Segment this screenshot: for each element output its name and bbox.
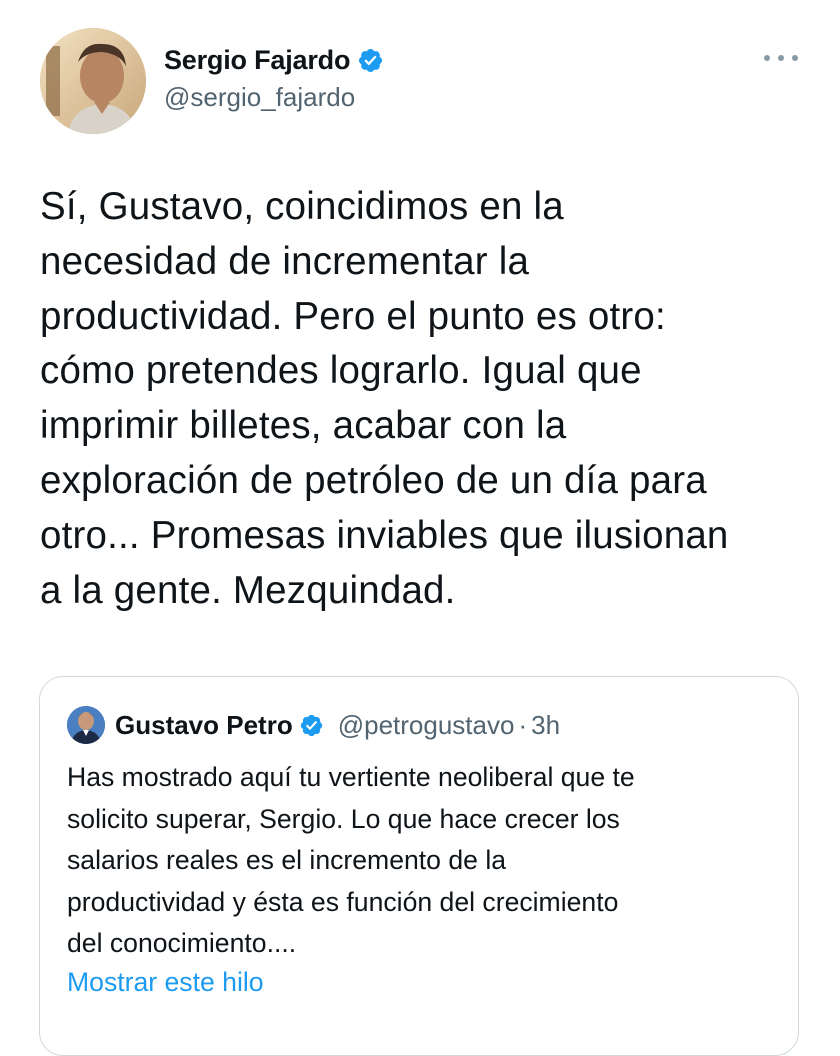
tweet-text-line: exploración de petróleo de un día para <box>40 458 707 502</box>
more-dot <box>764 55 770 61</box>
quoted-author-name: Gustavo Petro <box>115 709 293 740</box>
more-dot <box>778 55 784 61</box>
quoted-text-line: solicito superar, Sergio. Lo que hace cr… <box>67 803 620 834</box>
quoted-text-line: del conocimiento.... <box>67 928 297 958</box>
tweet-text-line: Sí, Gustavo, coincidimos en la <box>40 185 564 228</box>
quoted-author-handle: @petrogustavo <box>337 709 515 740</box>
quoted-timestamp: 3h <box>531 709 561 740</box>
author-name[interactable]: Sergio Fajardo <box>164 45 350 76</box>
verified-badge-icon <box>357 47 384 74</box>
author-avatar[interactable] <box>40 28 146 134</box>
quoted-author-avatar <box>67 706 105 744</box>
quoted-tweet-header: Gustavo Petro @petrogustavo · 3h <box>67 706 561 744</box>
tweet-text-line: productividad. Pero el punto es otro: <box>40 294 666 338</box>
quoted-text-line: productividad y ésta es función del crec… <box>67 886 619 917</box>
verified-badge-icon <box>299 713 324 738</box>
quoted-text-line: Has mostrado aquí tu vertiente neolibera… <box>67 762 635 792</box>
author-handle[interactable]: @sergio_fajardo <box>164 82 355 113</box>
author-name-row: Sergio Fajardo <box>164 42 384 78</box>
show-thread-link[interactable]: Mostrar este hilo <box>67 967 264 998</box>
tweet-text: Sí, Gustavo, coincidimos en la necesidad… <box>40 180 820 618</box>
more-dot <box>792 55 798 61</box>
tweet: Sergio Fajardo @sergio_fajardo Sí, Gusta… <box>0 0 840 1056</box>
tweet-text-line: necesidad de incrementar la <box>40 239 530 283</box>
quoted-separator: · <box>518 709 528 740</box>
quoted-tweet-text: Has mostrado aquí tu vertiente neolibera… <box>67 757 787 965</box>
tweet-text-line: a la gente. Mezquindad. <box>40 568 456 612</box>
tweet-text-line: otro... Promesas inviables que ilusionan <box>40 513 729 557</box>
tweet-text-line: imprimir billetes, acabar con la <box>40 404 567 448</box>
more-options-icon[interactable] <box>764 50 798 66</box>
quoted-tweet-card[interactable]: Gustavo Petro @petrogustavo · 3h Has mos… <box>39 676 799 1056</box>
tweet-text-line: cómo pretendes lograrlo. Igual que <box>40 349 642 393</box>
quoted-text-line: salarios reales es el incremento de la <box>67 845 507 875</box>
